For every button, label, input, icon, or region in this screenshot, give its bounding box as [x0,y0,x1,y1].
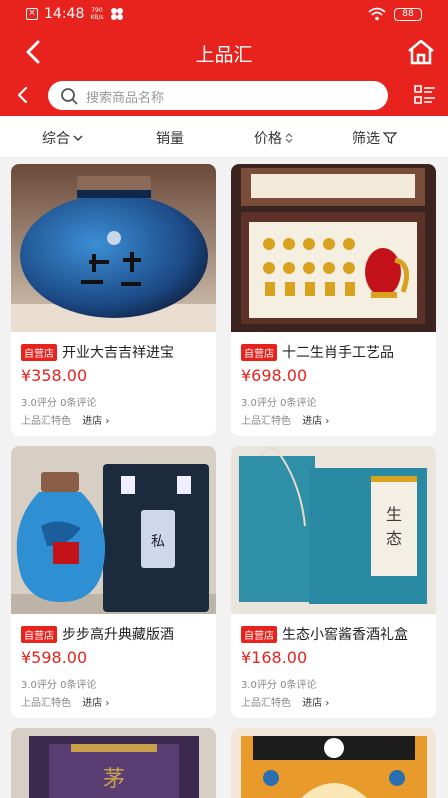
shop-name: 上品汇特色 [241,416,291,427]
product-name-row: 自营店 生态小窖酱香酒礼盒 [241,624,431,644]
svg-text:态: 态 [386,529,402,548]
product-image-porcelain-set: 私 [11,446,216,614]
shop-row: 上品汇特色 进店 › [21,694,109,709]
enter-shop-link[interactable]: 进店 › [82,698,109,709]
product-card[interactable]: 茅 [11,728,216,798]
home-icon[interactable] [406,38,436,66]
product-name-row: 自营店 步步高升典藏版酒 [21,624,211,644]
product-name: 开业大吉吉祥进宝 [62,345,174,361]
app-notification-icon [110,8,123,20]
product-name-row: 自营店 十二生肖手工艺品 [241,342,431,362]
product-image-orange-box [231,728,436,798]
product-card[interactable] [231,728,436,798]
product-image-gift-box: 生 态 [231,446,436,614]
search-bar: 搜索商品名称 [0,74,448,116]
product-name: 生态小窖酱香酒礼盒 [282,627,408,643]
filter-comprehensive[interactable]: 综合 [42,128,83,148]
product-rating: 3.0评分 0条评论 [241,680,317,691]
svg-text:生: 生 [386,505,402,524]
product-price: ¥698.00 [241,366,308,385]
search-input[interactable]: 搜索商品名称 [48,81,388,110]
product-card[interactable]: 私 自营店 步步高升典藏版酒 ¥598.00 3.0评分 0条评论 上品汇特色 … [11,446,216,718]
search-placeholder: 搜索商品名称 [86,91,165,106]
enter-shop-link[interactable]: 进店 › [302,698,329,709]
title-bar: 上品汇 [0,30,448,74]
shop-row: 上品汇特色 进店 › [241,412,329,427]
search-back-icon[interactable] [14,85,32,105]
battery-indicator: 88 [394,7,422,21]
filter-screen[interactable]: 筛选 [352,128,397,148]
svg-text:私: 私 [151,534,165,550]
product-price: ¥168.00 [241,648,308,667]
store-badge: 自营店 [21,343,57,361]
product-price: ¥598.00 [21,648,88,667]
filter-bar: 综合 销量 价格 筛选 [0,116,448,158]
store-badge: 自营店 [21,625,57,643]
chevron-down-icon [73,135,83,141]
shop-name: 上品汇特色 [241,698,291,709]
filter-price[interactable]: 价格 [254,128,293,148]
product-rating: 3.0评分 0条评论 [21,398,97,409]
store-badge: 自营店 [241,343,277,361]
product-name-row: 自营店 开业大吉吉祥进宝 [21,342,211,362]
product-rating: 3.0评分 0条评论 [241,398,317,409]
shop-name: 上品汇特色 [21,698,71,709]
status-bar: × 14:48 790 KB/s 88 [0,0,448,30]
product-price: ¥358.00 [21,366,88,385]
search-icon [61,88,78,105]
sort-icon [285,133,293,143]
shop-name: 上品汇特色 [21,416,71,427]
enter-shop-link[interactable]: 进店 › [302,416,329,427]
notification-icon: × [26,8,38,20]
shop-row: 上品汇特色 进店 › [21,412,109,427]
network-speed: 790 KB/s [90,7,104,21]
list-view-icon[interactable] [414,84,436,106]
filter-sales[interactable]: 销量 [156,128,184,148]
svg-text:茅: 茅 [103,767,125,792]
status-time: 14:48 [44,6,85,22]
product-image-purple-box: 茅 [11,728,216,798]
product-rating: 3.0评分 0条评论 [21,680,97,691]
enter-shop-link[interactable]: 进店 › [82,416,109,427]
wifi-icon [368,7,386,21]
funnel-icon [383,132,397,144]
product-image-jar [11,164,216,332]
shop-row: 上品汇特色 进店 › [241,694,329,709]
page-title: 上品汇 [195,44,253,66]
product-name: 步步高升典藏版酒 [62,627,174,643]
product-name: 十二生肖手工艺品 [282,345,394,361]
store-badge: 自营店 [241,625,277,643]
product-card[interactable]: 自营店 开业大吉吉祥进宝 ¥358.00 3.0评分 0条评论 上品汇特色 进店… [11,164,216,436]
product-card[interactable]: 生 态 自营店 生态小窖酱香酒礼盒 ¥168.00 3.0评分 0条评论 上品汇… [231,446,436,718]
product-card[interactable]: 自营店 十二生肖手工艺品 ¥698.00 3.0评分 0条评论 上品汇特色 进店… [231,164,436,436]
product-image-zodiac-set [231,164,436,332]
